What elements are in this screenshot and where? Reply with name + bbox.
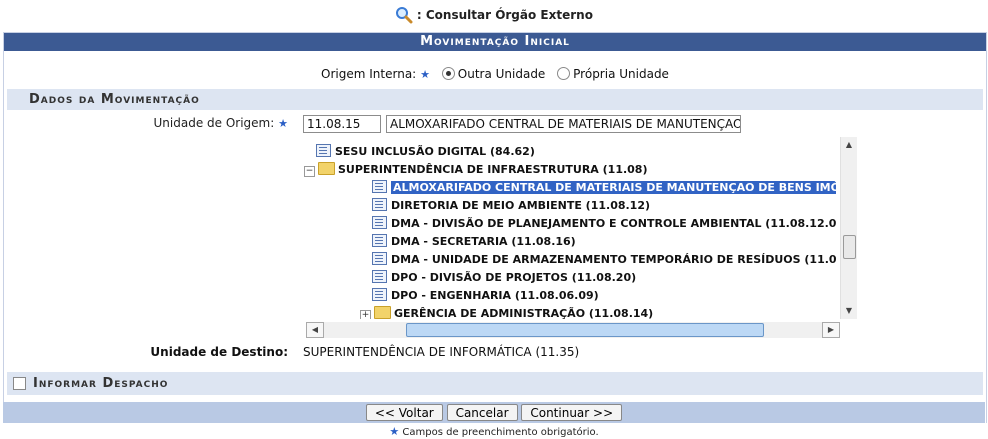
tree-horizontal-scrollbar[interactable]: ◀ ▶ xyxy=(306,322,840,338)
back-button[interactable]: << Voltar xyxy=(365,404,443,421)
tree-node[interactable]: + GERÊNCIA DE ADMINISTRAÇÃO (11.08.14) xyxy=(360,305,653,319)
tree-node[interactable]: DPO - DIVISÃO DE PROJETOS (11.08.20) xyxy=(372,269,636,287)
scroll-right-icon[interactable]: ▶ xyxy=(822,322,840,338)
folder-open-icon xyxy=(318,162,335,175)
scroll-thumb[interactable] xyxy=(406,323,764,337)
section-dados-movimentacao: Dados da Movimentação xyxy=(7,89,983,110)
required-star-icon: ★ xyxy=(420,68,430,81)
unit-tree[interactable]: SESU INCLUSÃO DIGITAL (84.62) − SUPERINTE… xyxy=(302,137,836,319)
unit-destination-value: SUPERINTENDÊNCIA DE INFORMÁTICA (11.35) xyxy=(303,345,580,359)
tree-node[interactable]: DMA - SECRETARIA (11.08.16) xyxy=(372,233,576,251)
required-note: ★ Campos de preenchimento obrigatório. xyxy=(0,425,988,438)
unit-icon xyxy=(372,270,387,283)
radio-outra-unidade-label[interactable]: Outra Unidade xyxy=(458,67,546,81)
form-footer: << Voltar Cancelar Continuar >> xyxy=(3,402,985,423)
required-star-icon: ★ xyxy=(389,425,400,438)
radio-outra-unidade[interactable] xyxy=(441,67,455,80)
radio-propria-unidade[interactable] xyxy=(557,67,571,80)
collapse-icon[interactable]: − xyxy=(304,166,315,177)
magnifier-icon xyxy=(396,7,413,24)
page-title: : Consultar Órgão Externo xyxy=(416,8,593,22)
tree-node[interactable]: DMA - DIVISÃO DE PLANEJAMENTO E CONTROLE… xyxy=(372,215,836,233)
unit-icon xyxy=(372,216,387,229)
origin-row: Origem Interna: ★ Outra Unidade Própria … xyxy=(4,67,986,81)
origin-label: Origem Interna: xyxy=(321,67,417,81)
continue-button[interactable]: Continuar >> xyxy=(521,404,623,421)
scroll-thumb[interactable] xyxy=(843,235,856,259)
tree-node[interactable]: DIRETORIA DE MEIO AMBIENTE (11.08.12) xyxy=(372,197,650,215)
expand-icon[interactable]: + xyxy=(360,310,371,319)
scroll-down-icon[interactable]: ▼ xyxy=(841,303,857,319)
unit-icon xyxy=(372,180,387,193)
unit-origin-label-wrap: Unidade de Origem: ★ xyxy=(4,116,288,130)
tree-node-selected[interactable]: ALMOXARIFADO CENTRAL DE MATERIAIS DE MAN… xyxy=(372,179,836,197)
unit-icon xyxy=(316,144,331,157)
form-caption: Movimentação Inicial xyxy=(4,33,986,51)
movement-form: Movimentação Inicial Origem Interna: ★ O… xyxy=(3,32,987,423)
section-informar-despacho: Informar Despacho xyxy=(7,372,983,395)
page-header: : Consultar Órgão Externo xyxy=(0,6,988,28)
tree-vertical-scrollbar[interactable]: ▲ ▼ xyxy=(840,137,857,319)
tree-node[interactable]: DMA - UNIDADE DE ARMAZENAMENTO TEMPORÁRI… xyxy=(372,251,836,269)
unit-icon xyxy=(372,234,387,247)
unit-icon xyxy=(372,288,387,301)
unit-destination-label: Unidade de Destino: xyxy=(150,345,288,359)
unit-icon xyxy=(372,252,387,265)
radio-propria-unidade-label[interactable]: Própria Unidade xyxy=(573,67,669,81)
unit-origin-label: Unidade de Origem: xyxy=(153,116,275,130)
dispatch-label[interactable]: Informar Despacho xyxy=(33,376,168,391)
tree-node[interactable]: SESU INCLUSÃO DIGITAL (84.62) xyxy=(316,143,535,161)
dispatch-checkbox[interactable] xyxy=(13,377,26,390)
required-star-icon: ★ xyxy=(278,117,288,130)
required-note-text: Campos de preenchimento obrigatório. xyxy=(402,427,599,438)
tree-node[interactable]: − SUPERINTENDÊNCIA DE INFRAESTRUTURA (11.… xyxy=(304,161,648,179)
tree-node[interactable]: DPO - ENGENHARIA (11.08.06.09) xyxy=(372,287,599,305)
unit-origin-code-input[interactable]: 11.08.15 xyxy=(303,115,381,133)
cancel-button[interactable]: Cancelar xyxy=(446,404,518,421)
scroll-left-icon[interactable]: ◀ xyxy=(306,322,324,338)
unit-icon xyxy=(372,198,387,211)
folder-closed-icon xyxy=(374,306,391,319)
unit-origin-name-input[interactable]: ALMOXARIFADO CENTRAL DE MATERIAIS DE MAN… xyxy=(386,115,741,133)
scroll-up-icon[interactable]: ▲ xyxy=(841,137,857,153)
